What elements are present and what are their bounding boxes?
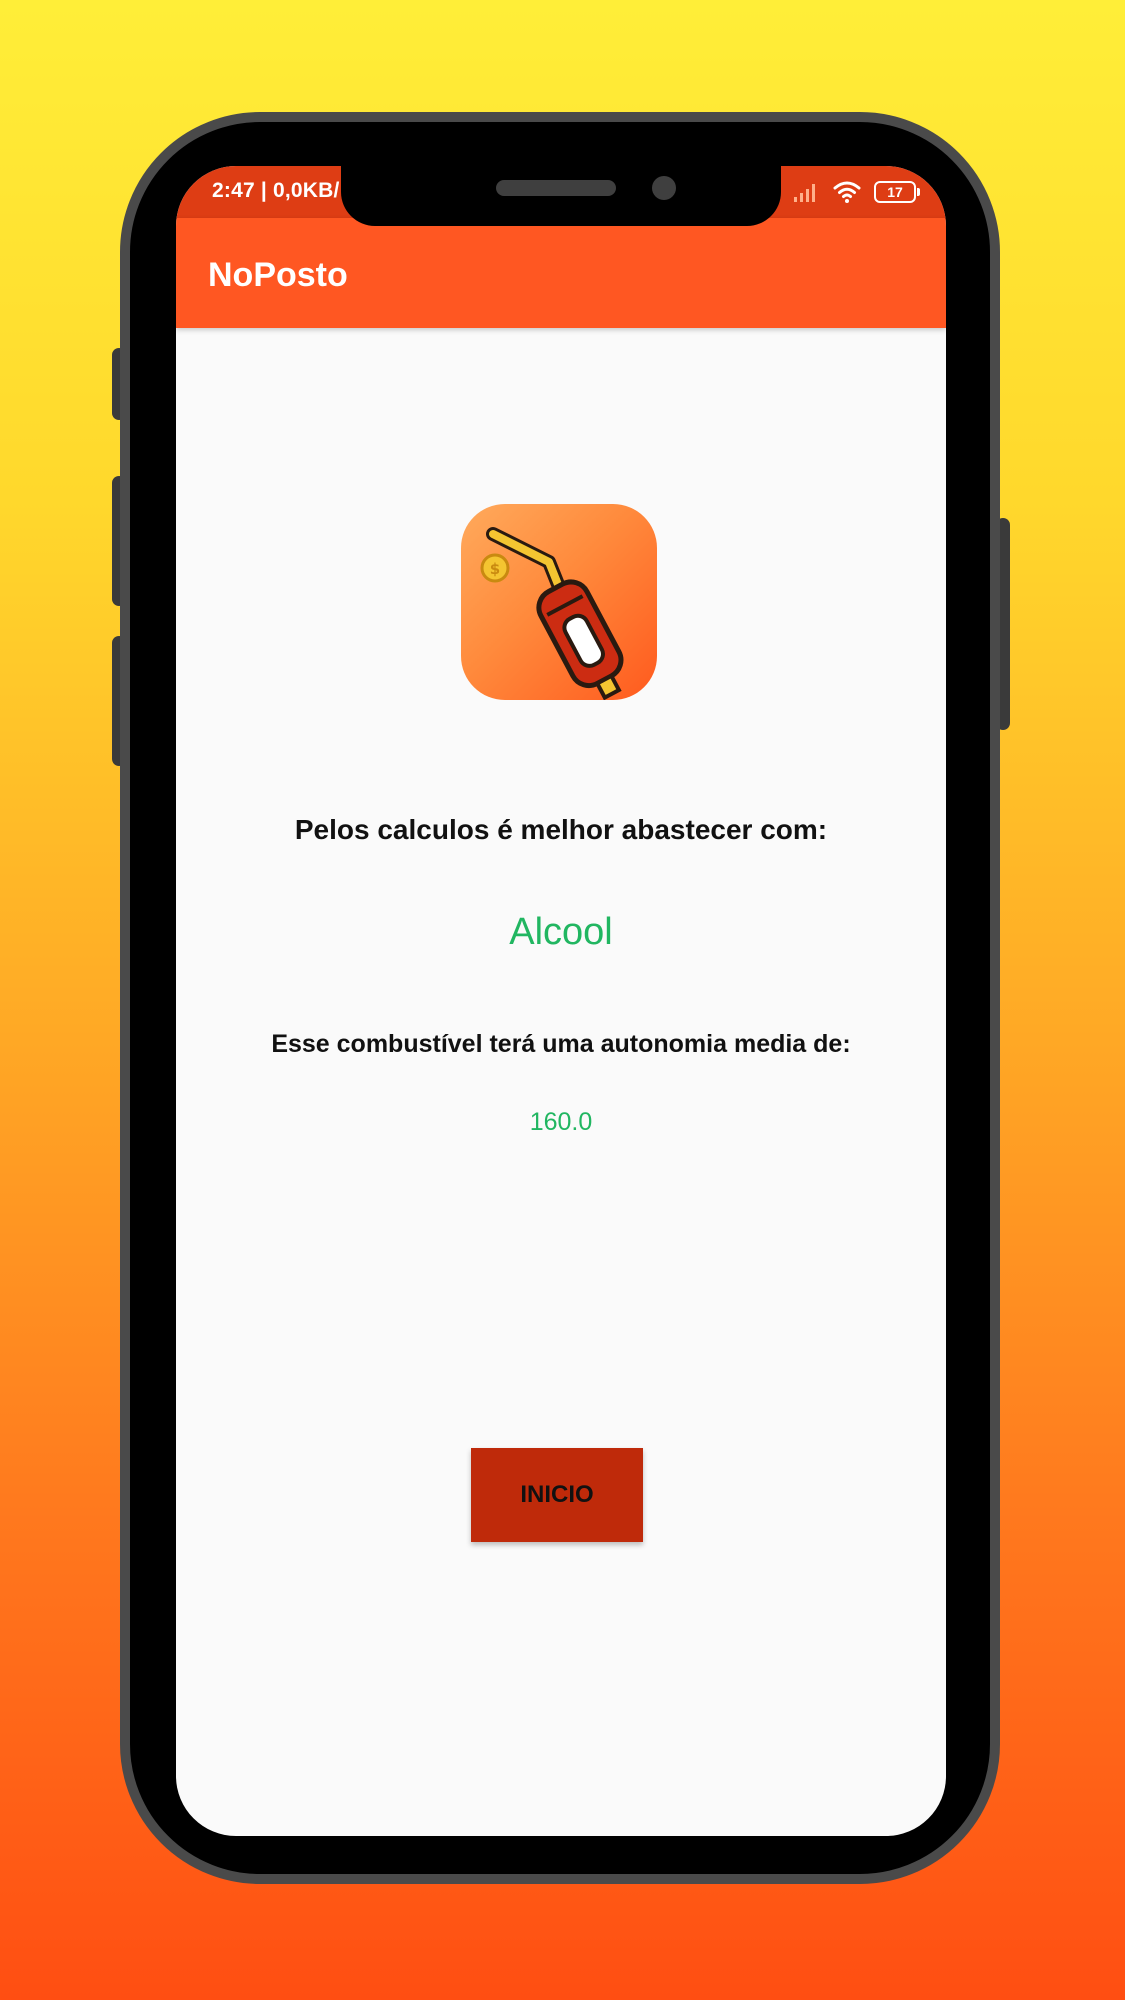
autonomy-label: Esse combustível terá uma autonomia medi… <box>271 1030 851 1058</box>
signal-icon <box>794 184 815 202</box>
status-icons: 17 <box>792 177 920 207</box>
autonomy-value: 160.0 <box>529 1108 593 1136</box>
inicio-button[interactable]: INICIO <box>471 1448 643 1542</box>
app-bar: NoPosto <box>176 218 946 328</box>
wifi-icon <box>833 181 861 203</box>
svg-text:$: $ <box>490 560 500 578</box>
phone-camera <box>652 176 676 200</box>
status-time: 2:47 | 0,0KB/ <box>212 179 340 202</box>
battery-icon: 17 <box>874 181 920 203</box>
app-logo: $ <box>461 504 657 700</box>
app-screen: 2:47 | 0,0KB/ 17 NoPosto $ Pelos calculo… <box>176 166 946 1836</box>
fuel-nozzle-icon: $ <box>480 527 624 700</box>
question-text: Pelos calculos é melhor abastecer com: <box>294 814 828 845</box>
app-title: NoPosto <box>208 256 348 294</box>
battery-level: 17 <box>887 184 903 200</box>
phone-speaker <box>496 180 616 196</box>
fuel-result: Alcool <box>509 911 613 953</box>
